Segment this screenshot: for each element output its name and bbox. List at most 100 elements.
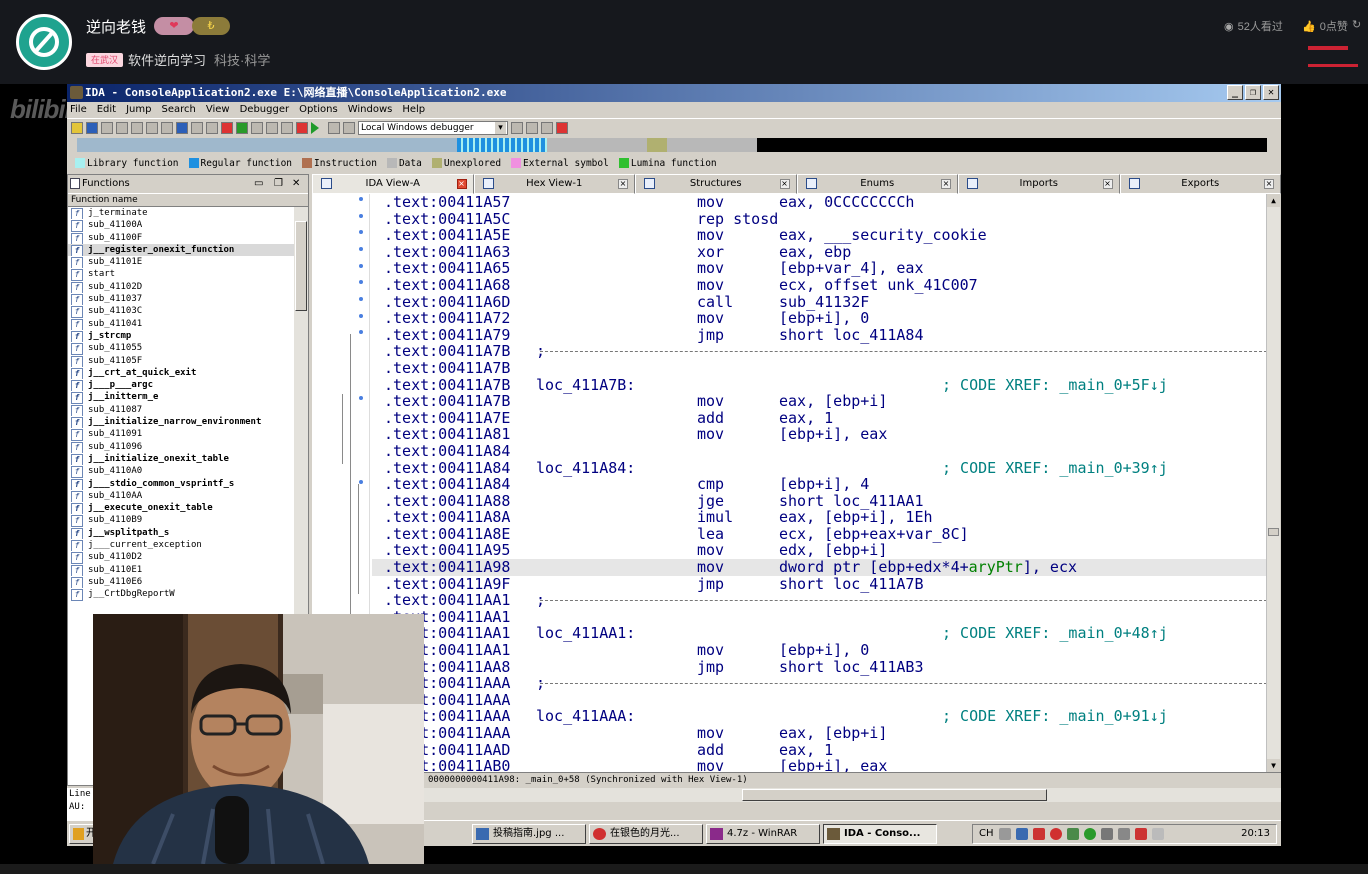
font-icon[interactable]	[206, 121, 218, 134]
menu-help[interactable]: Help	[402, 102, 425, 118]
menu-edit[interactable]: Edit	[97, 102, 116, 118]
function-list-item[interactable]: j_terminate	[68, 207, 294, 220]
tab-ida-view-a[interactable]: IDA View-A ×	[312, 174, 474, 194]
function-list-item[interactable]: j__initialize_narrow_environment	[68, 416, 294, 429]
function-list-item[interactable]: sub_41100F	[68, 232, 294, 244]
function-list-item[interactable]: j___p___argc	[68, 379, 294, 392]
graph-icon[interactable]	[251, 121, 263, 134]
disasm-line[interactable]: .text:00411A63 xor eax, ebp	[372, 244, 1272, 261]
disasm-line[interactable]: .text:00411A88 jge short loc_411AA1	[372, 493, 1272, 510]
stop-icon[interactable]	[343, 121, 355, 134]
function-list-item[interactable]: j__register_onexit_function	[68, 243, 294, 257]
debugger-select[interactable]: Local Windows debugger	[358, 120, 508, 135]
disasm-line[interactable]: .text:00411AA1	[372, 609, 1272, 626]
menu-jump[interactable]: Jump	[126, 102, 151, 118]
menu-windows[interactable]: Windows	[348, 102, 393, 118]
function-list-item[interactable]: j__execute_onexit_table	[68, 502, 294, 515]
disasm-line[interactable]: .text:00411AA1;	[372, 592, 1272, 609]
function-list-item[interactable]: sub_411087	[68, 404, 294, 417]
task-winrar[interactable]: 4.7z - WinRAR	[706, 824, 820, 844]
task-browser[interactable]: 在银色的月光...	[589, 824, 703, 844]
disasm-line[interactable]: .text:00411A95 mov edx, [ebp+i]	[372, 542, 1272, 559]
horizontal-scroll-thumb[interactable]	[742, 789, 1047, 801]
function-list-item[interactable]: sub_411091	[68, 428, 294, 441]
navigation-band[interactable]	[77, 138, 1267, 152]
function-list-item[interactable]: sub_411041	[68, 318, 294, 330]
disassembly-scrollbar[interactable]: ▲ ▼	[1266, 194, 1280, 772]
like-count[interactable]: 👍 0点赞	[1302, 18, 1348, 34]
plugin-icon[interactable]	[556, 121, 568, 134]
stop-sign-icon[interactable]	[221, 121, 233, 134]
menu-search[interactable]: Search	[162, 102, 196, 118]
disasm-line[interactable]: .text:00411A5C rep stosd	[372, 210, 1272, 228]
language-indicator[interactable]: CH	[979, 825, 994, 843]
disassembly-view[interactable]: .text:00411A57 mov eax, 0CCCCCCCCh .text:00…	[312, 194, 1274, 772]
disasm-line-selected[interactable]: .text:00411A98 mov dword ptr [ebp+edx*4+ar…	[372, 559, 1272, 576]
tab-close-icon[interactable]: ×	[456, 179, 467, 189]
task-ida[interactable]: IDA - Conso...	[823, 824, 937, 844]
forward-icon[interactable]	[116, 121, 128, 134]
open-icon[interactable]	[71, 121, 83, 134]
tab-close-icon[interactable]: ×	[1102, 179, 1113, 189]
save-icon[interactable]	[86, 121, 98, 134]
panel-float-icon[interactable]: ❐	[274, 175, 283, 193]
function-list-item[interactable]: j__wsplitpath_s	[68, 527, 294, 540]
menu-debugger[interactable]: Debugger	[240, 102, 290, 118]
panel-close-icon[interactable]: ✕	[292, 175, 300, 193]
disassembly-scroll-thumb[interactable]	[1268, 528, 1279, 536]
room-category[interactable]: 科技·科学	[214, 50, 270, 69]
down-arrow-icon[interactable]	[176, 121, 188, 134]
tray-app-icon[interactable]	[1015, 828, 1028, 840]
tab-enums[interactable]: Enums ×	[796, 174, 958, 194]
functions-scroll-thumb[interactable]	[295, 221, 307, 311]
disasm-line[interactable]: .text:00411A9F jmp short loc_411A7B	[372, 576, 1272, 593]
function-list-item[interactable]: sub_411037	[68, 293, 294, 306]
function-list-item[interactable]: j__CrtDbgReportW	[68, 588, 294, 601]
disasm-line[interactable]: .text:00411AAA loc_411AAA:; CODE XREF: _m…	[372, 708, 1272, 725]
green-circle-icon[interactable]	[236, 121, 248, 134]
function-list-item[interactable]: sub_4110E1	[68, 564, 294, 576]
streamer-name[interactable]: 逆向老钱	[86, 16, 146, 37]
menu-file[interactable]: File	[70, 102, 87, 118]
tray-network-icon[interactable]	[1066, 828, 1079, 840]
disasm-line[interactable]: .text:00411A79 jmp short loc_411A84	[372, 327, 1272, 344]
delete-icon[interactable]	[296, 121, 308, 134]
share-icon[interactable]: ↻	[1352, 18, 1361, 31]
disasm-line[interactable]: .text:00411AA1 loc_411AA1:; CODE XREF: _m…	[372, 625, 1272, 642]
scroll-down-icon[interactable]: ▼	[1267, 759, 1280, 772]
tray-usb-icon[interactable]	[1117, 828, 1130, 840]
disasm-line[interactable]: .text:00411A68 mov ecx, offset unk_41C007	[372, 277, 1272, 294]
tab-close-icon[interactable]: ×	[779, 179, 790, 189]
disasm-line[interactable]: .text:00411A5E mov eax, ___security_cookie	[372, 227, 1272, 244]
disasm-line[interactable]: .text:00411A72 mov [ebp+i], 0	[372, 310, 1272, 327]
refresh-icon[interactable]	[526, 121, 538, 134]
disasm-line[interactable]: .text:00411A7B;	[372, 343, 1272, 360]
functions-panel-title[interactable]: Functions ▭ ❐ ✕	[68, 175, 308, 193]
tray-red-icon[interactable]	[1032, 828, 1045, 840]
function-list-item[interactable]: sub_4110A0	[68, 465, 294, 478]
disasm-line[interactable]: .text:00411A8E lea ecx, [ebp+eax+var_8C]	[372, 526, 1272, 543]
minimize-button[interactable]: _	[1227, 85, 1243, 100]
tab-structures[interactable]: Structures ×	[635, 174, 797, 194]
run-icon[interactable]	[311, 121, 325, 134]
tray-wifi-icon[interactable]	[1100, 828, 1113, 840]
back-icon[interactable]	[101, 121, 113, 134]
streamer-avatar[interactable]	[16, 14, 72, 70]
disasm-line[interactable]: .text:00411AAA	[372, 692, 1272, 709]
panel-restore-icon[interactable]: ▭	[254, 175, 263, 193]
disasm-line[interactable]: .text:00411A84	[372, 443, 1272, 460]
function-list-item[interactable]: sub_4110AA	[68, 490, 294, 503]
disasm-line[interactable]: .text:00411A84 cmp [ebp+i], 4	[372, 476, 1272, 493]
disasm-line[interactable]: .text:00411A84 loc_411A84: ; CODE XREF: _m…	[372, 459, 1272, 477]
function-list-item[interactable]: sub_411055	[68, 342, 294, 355]
function-list-item[interactable]: j__crt_at_quick_exit	[68, 367, 294, 380]
disasm-line[interactable]: .text:00411AA8 jmp short loc_411AB3	[372, 659, 1272, 676]
disasm-line[interactable]: .text:00411AAA;	[372, 675, 1272, 692]
function-list-item[interactable]: sub_41103C	[68, 305, 294, 318]
tab-close-icon[interactable]: ×	[1264, 179, 1274, 189]
keyboard-icon[interactable]	[998, 828, 1011, 840]
menu-view[interactable]: View	[206, 102, 230, 118]
function-list-item[interactable]: sub_41105F	[68, 355, 294, 367]
function-list-item[interactable]: sub_4110B9	[68, 514, 294, 527]
pause-icon[interactable]	[328, 121, 340, 134]
